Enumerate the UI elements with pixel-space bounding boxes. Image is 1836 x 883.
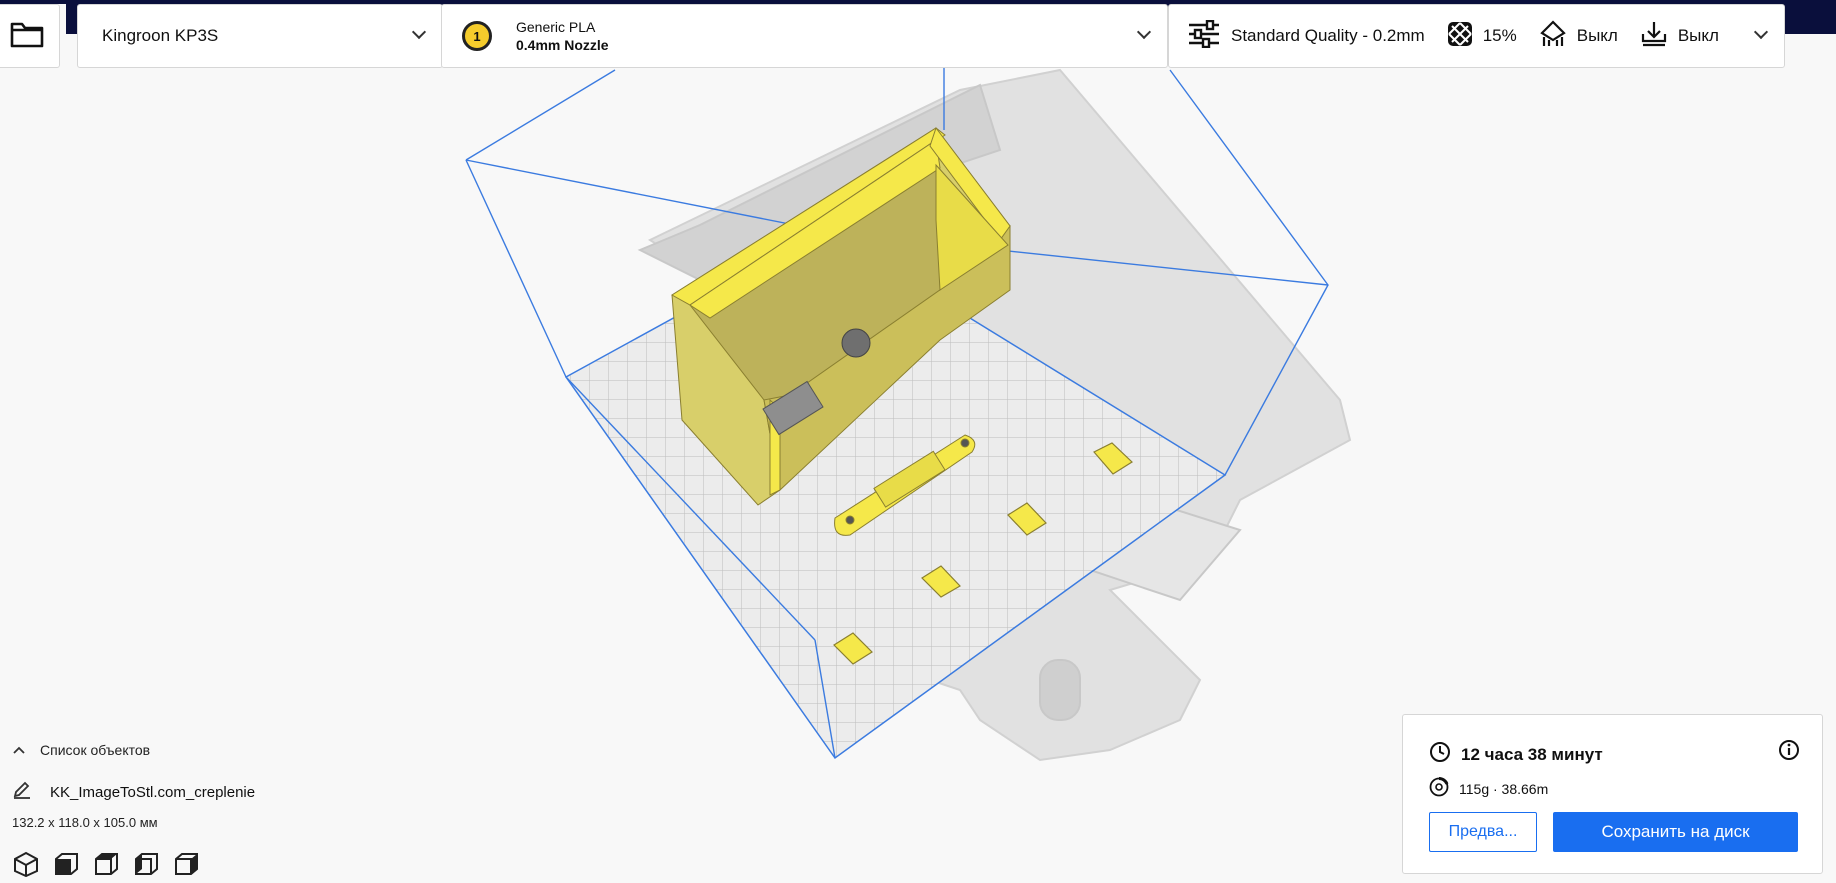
material-selector[interactable]: 1 Generic PLA 0.4mm Nozzle [441,4,1168,68]
print-settings-selector[interactable]: Standard Quality - 0.2mm 15% Выкл Выкл [1168,4,1785,68]
material-usage: 115g · 38.66m [1459,780,1549,797]
infill-icon [1447,21,1483,52]
preview-button[interactable]: Предва... [1429,812,1537,852]
adhesion-icon [1640,20,1678,53]
front-view-icon[interactable] [52,850,80,878]
save-to-disk-button[interactable]: Сохранить на диск [1553,812,1798,852]
view-orientation-buttons [12,850,200,878]
top-view-icon[interactable] [92,850,120,878]
material-name: Generic PLA [516,19,596,35]
object-list-title: Список объектов [40,742,151,758]
printer-selector[interactable]: Kingroon KP3S [77,4,443,68]
left-view-icon[interactable] [132,850,160,878]
printer-name: Kingroon KP3S [102,26,219,45]
object-list-panel: Список объектов [12,742,150,758]
object-row[interactable]: KK_ImageToStl.com_creplenie [12,780,255,804]
folder-icon [10,20,44,53]
support-icon [1539,19,1577,53]
object-dimensions: 132.2 x 118.0 x 105.0 мм [12,815,158,830]
3d-view-icon[interactable] [12,850,40,878]
clock-icon [1429,741,1451,768]
spool-icon [1429,776,1449,800]
nozzle-size: 0.4mm Nozzle [516,37,609,53]
open-file-button[interactable] [0,4,60,68]
right-view-icon[interactable] [172,850,200,878]
pencil-icon[interactable] [12,780,32,804]
quality-profile: Standard Quality - 0.2mm [1231,26,1425,45]
chevron-up-icon [12,742,26,758]
print-time: 12 часа 38 минут [1461,744,1603,764]
chevron-down-icon [1753,24,1769,40]
object-name: KK_ImageToStl.com_creplenie [50,783,256,801]
chevron-down-icon [411,24,427,40]
infill-value: 15% [1482,26,1517,45]
chevron-down-icon [1136,24,1152,40]
sliders-icon [1187,19,1231,53]
info-icon[interactable] [1778,739,1800,766]
extruder-badge: 1 [462,21,492,51]
support-value: Выкл [1576,26,1618,45]
adhesion-value: Выкл [1677,26,1719,45]
object-list-toggle[interactable]: Список объектов [12,742,150,758]
print-summary-panel: 12 часа 38 минут 115g · 38.66m Предва...… [1402,714,1823,874]
